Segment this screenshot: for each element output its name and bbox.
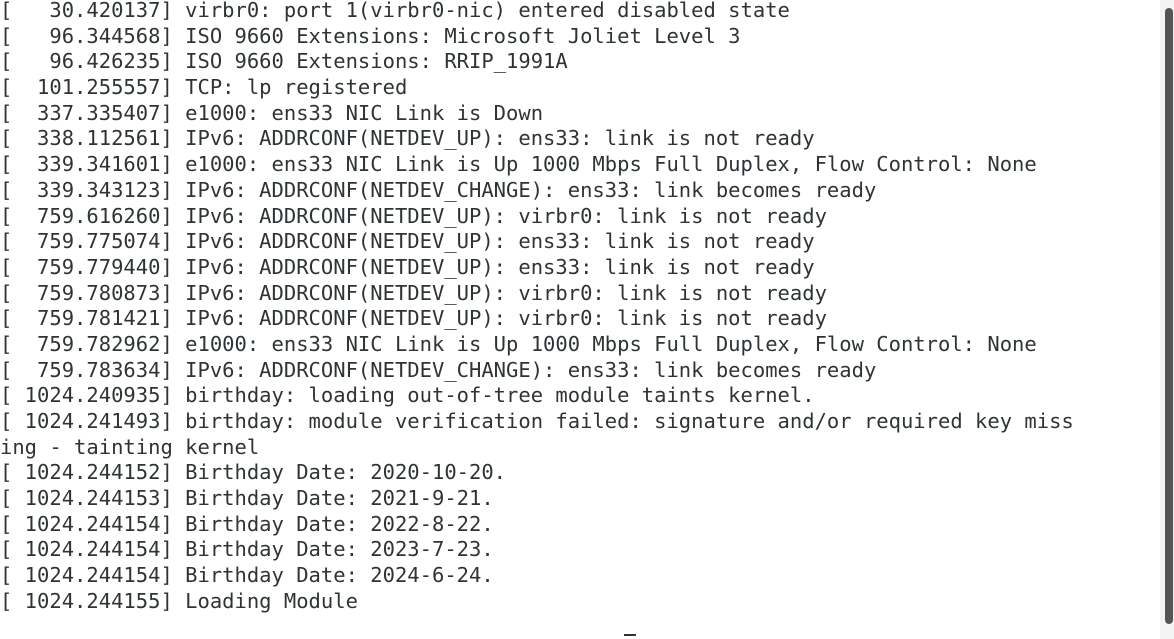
log-line: [ 759.782962] e1000: ens33 NIC Link is U… bbox=[0, 331, 1037, 356]
log-line: [ 1024.240935] birthday: loading out-of-… bbox=[0, 383, 815, 408]
log-line: [ 338.112561] IPv6: ADDRCONF(NETDEV_UP):… bbox=[0, 126, 815, 151]
log-line: [ 1024.244155] Loading Module bbox=[0, 588, 358, 613]
log-line: [ 337.335407] e1000: ens33 NIC Link is D… bbox=[0, 100, 544, 125]
log-line: [ 759.781421] IPv6: ADDRCONF(NETDEV_UP):… bbox=[0, 306, 827, 331]
log-line-wrapped: ing - tainting kernel bbox=[0, 434, 260, 459]
log-line: [ 30.420137] virbr0: port 1(virbr0-nic) … bbox=[0, 0, 790, 22]
log-line: [ 1024.244152] Birthday Date: 2020-10-20… bbox=[0, 460, 507, 485]
log-line: [ 1024.244154] Birthday Date: 2024-6-24. bbox=[0, 563, 494, 588]
terminal-output[interactable]: [ 30.420137] virbr0: port 1(virbr0-nic) … bbox=[0, 0, 1160, 639]
scrollbar-thumb[interactable] bbox=[1165, 8, 1173, 624]
log-line: [ 101.255557] TCP: lp registered bbox=[0, 75, 408, 100]
log-line: [ 96.426235] ISO 9660 Extensions: RRIP_1… bbox=[0, 49, 568, 74]
log-line: [ 96.344568] ISO 9660 Extensions: Micros… bbox=[0, 23, 741, 48]
log-line: [ 339.341601] e1000: ens33 NIC Link is U… bbox=[0, 152, 1037, 177]
terminal-window[interactable]: [ 30.420137] virbr0: port 1(virbr0-nic) … bbox=[0, 0, 1174, 639]
log-line: [ 759.780873] IPv6: ADDRCONF(NETDEV_UP):… bbox=[0, 280, 827, 305]
log-line: [ 759.775074] IPv6: ADDRCONF(NETDEV_UP):… bbox=[0, 229, 815, 254]
log-line: [ 1024.244154] Birthday Date: 2023-7-23. bbox=[0, 537, 494, 562]
log-line: [ 1024.244153] Birthday Date: 2021-9-21. bbox=[0, 486, 494, 511]
log-line: [ 759.783634] IPv6: ADDRCONF(NETDEV_CHAN… bbox=[0, 357, 877, 382]
log-line: [ 759.616260] IPv6: ADDRCONF(NETDEV_UP):… bbox=[0, 203, 827, 228]
log-line: [ 1024.244154] Birthday Date: 2022-8-22. bbox=[0, 511, 494, 536]
log-line: [ 339.343123] IPv6: ADDRCONF(NETDEV_CHAN… bbox=[0, 177, 877, 202]
log-line: [ 759.779440] IPv6: ADDRCONF(NETDEV_UP):… bbox=[0, 254, 815, 279]
text-cursor bbox=[624, 634, 636, 636]
vertical-scrollbar[interactable] bbox=[1160, 0, 1174, 639]
log-line: [ 1024.241493] birthday: module verifica… bbox=[0, 409, 1074, 433]
